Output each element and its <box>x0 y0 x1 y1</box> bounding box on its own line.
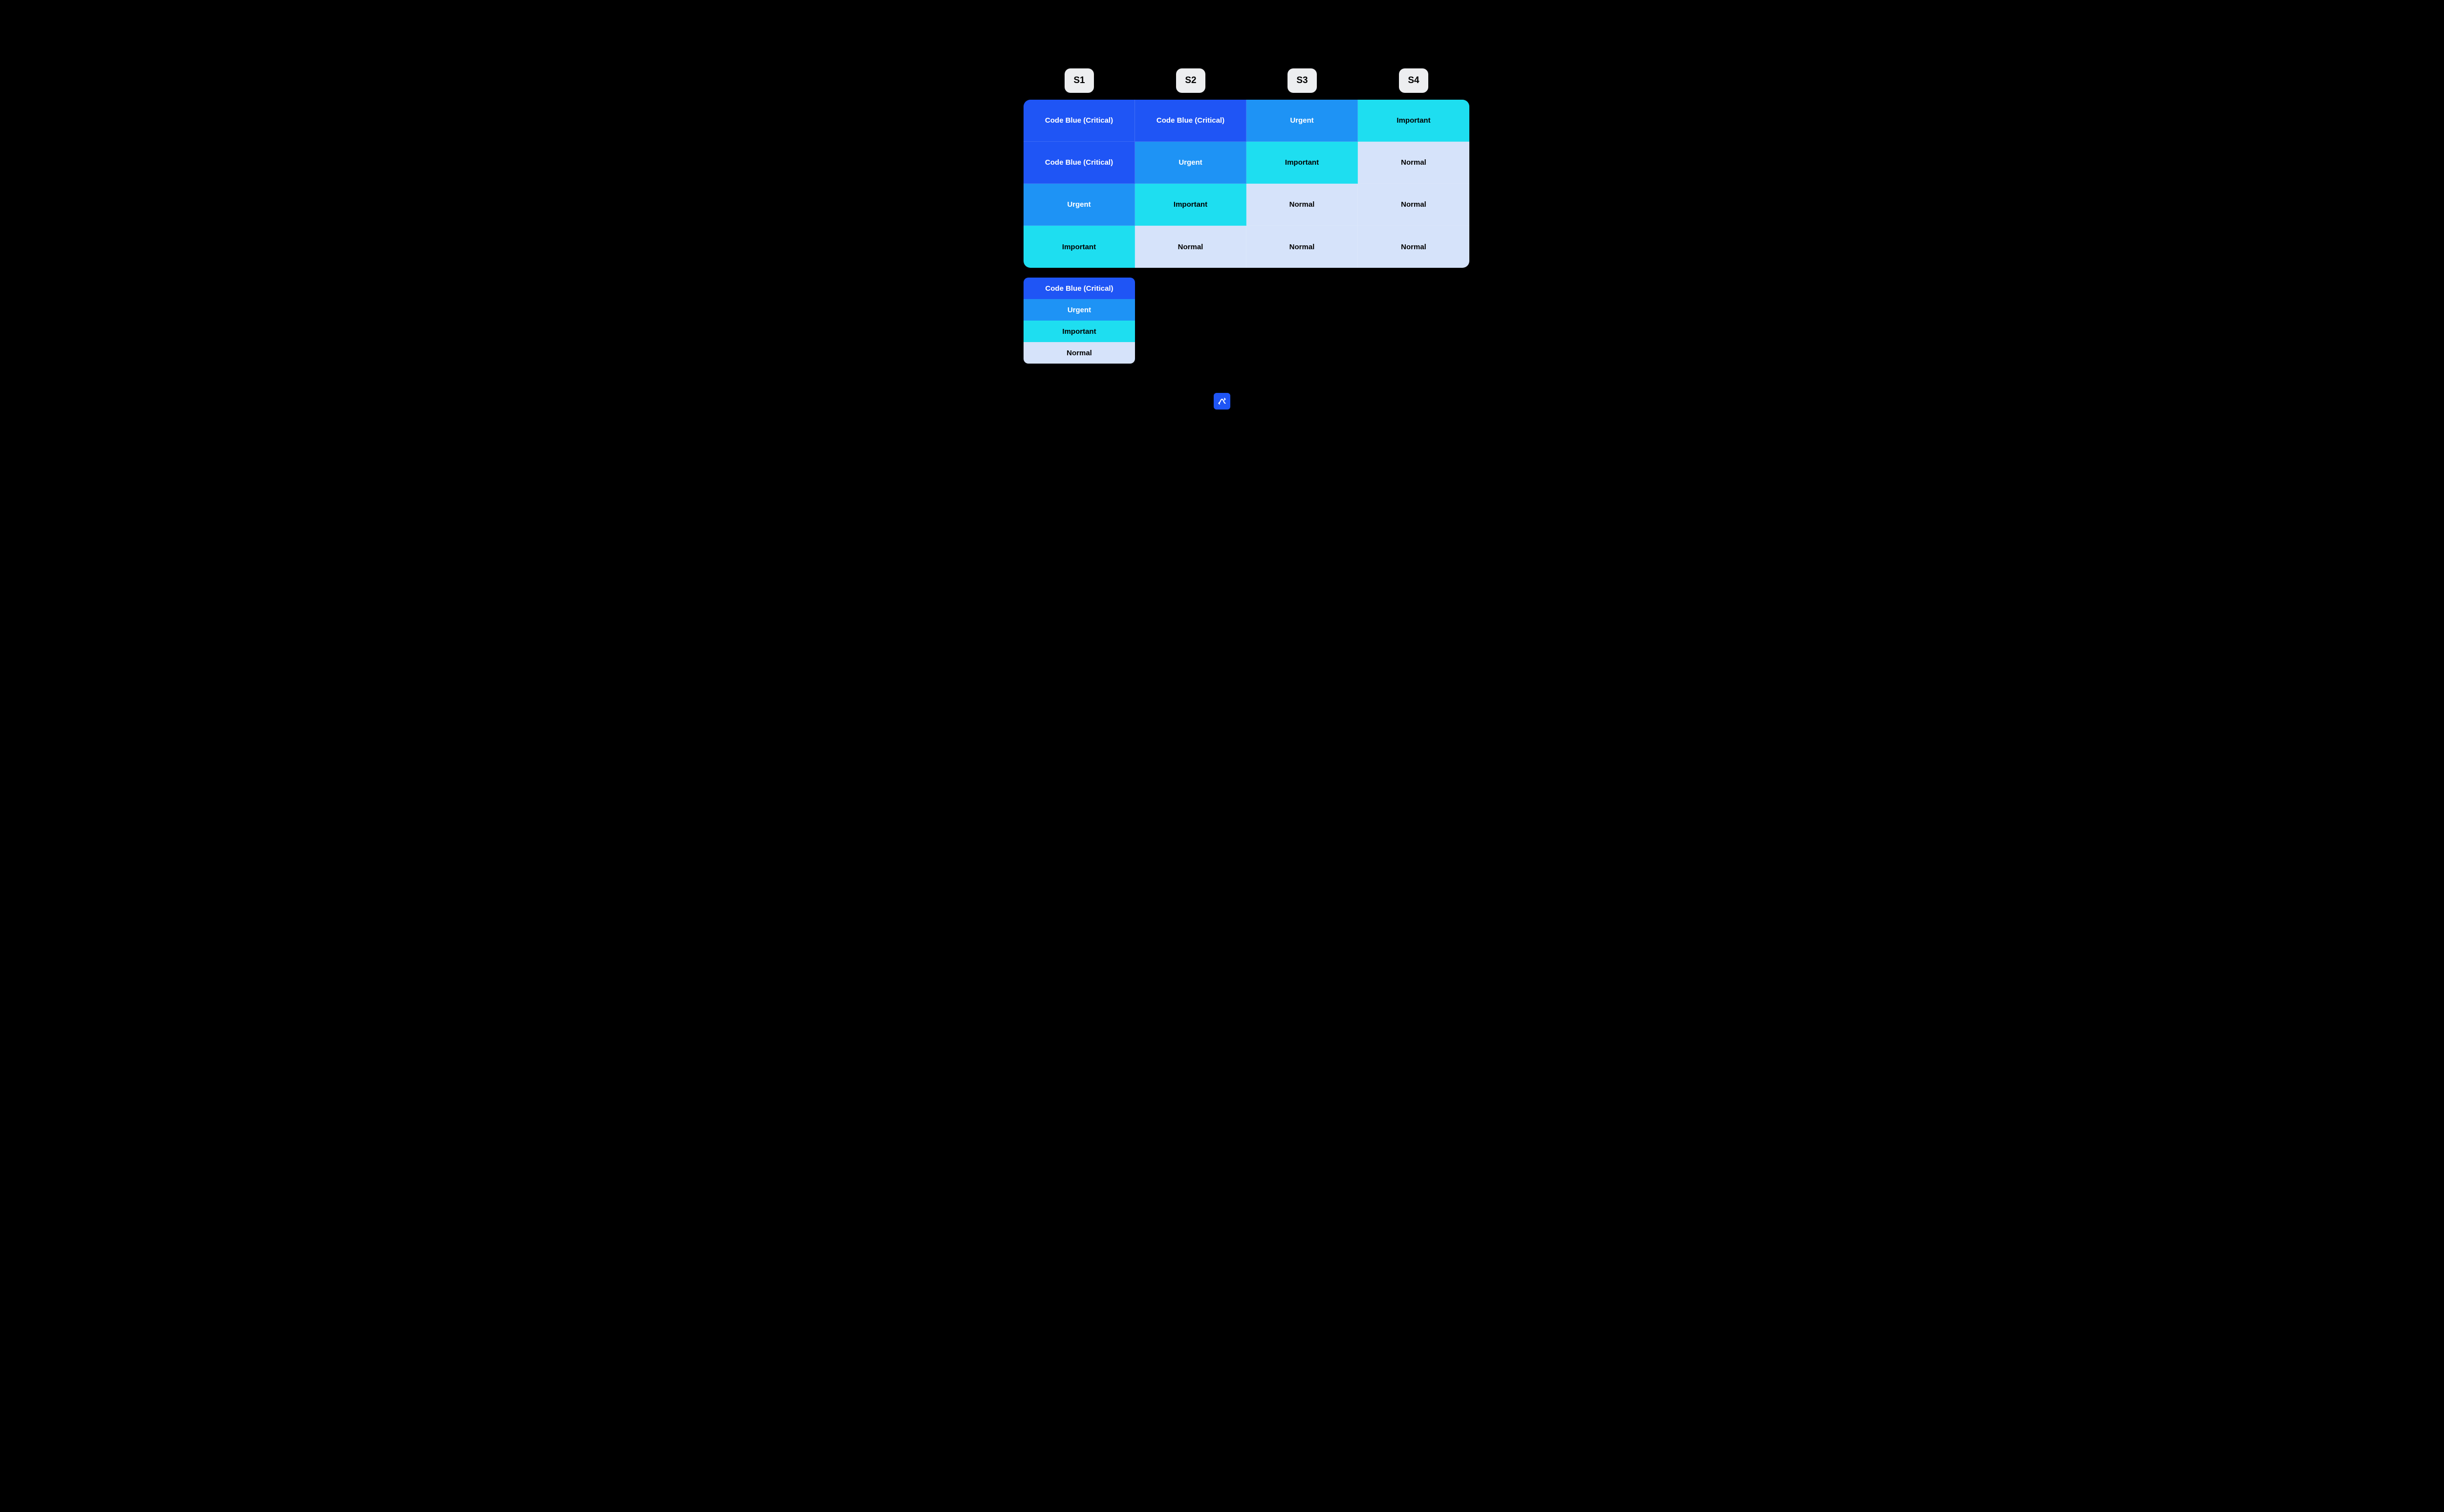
matrix-row: P3UrgentImportantNormalNormal <box>1024 184 1469 226</box>
matrix-cell: Normal <box>1246 184 1358 226</box>
col-header-s1: S1 <box>1065 68 1093 93</box>
col-header-s2: S2 <box>1176 68 1205 93</box>
matrix-cell: Code Blue (Critical) <box>1024 100 1135 142</box>
legend-critical: Code Blue (Critical) <box>1024 278 1135 299</box>
matrix-cell: Important <box>1135 184 1246 226</box>
matrix-cell: Normal <box>1135 226 1246 268</box>
matrix-cell: Urgent <box>1024 184 1135 226</box>
matrix-row: P2Code Blue (Critical)UrgentImportantNor… <box>1024 142 1469 184</box>
matrix-row: P4ImportantNormalNormalNormal <box>1024 226 1469 268</box>
matrix-row: P1Code Blue (Critical)Code Blue (Critica… <box>1024 100 1469 142</box>
legend-important: Important <box>1024 321 1135 342</box>
priority-severity-matrix: S1 S2 S3 S4 P1Code Blue (Critical)Code B… <box>975 68 1469 364</box>
matrix-cell: Urgent <box>1246 100 1358 142</box>
legend-urgent: Urgent <box>1024 299 1135 321</box>
matrix-cell: Code Blue (Critical) <box>1024 142 1135 184</box>
legend-normal: Normal <box>1024 342 1135 364</box>
matrix-cell: Normal <box>1358 226 1469 268</box>
col-header-s3: S3 <box>1287 68 1316 93</box>
legend: Code Blue (Critical)UrgentImportantNorma… <box>1024 278 1135 364</box>
matrix-grid: P1Code Blue (Critical)Code Blue (Critica… <box>1024 100 1469 268</box>
matrix-body: S1 S2 S3 S4 P1Code Blue (Critical)Code B… <box>1024 68 1469 268</box>
col-header-s4: S4 <box>1399 68 1428 93</box>
matrix-cell: Important <box>1024 226 1135 268</box>
matrix-cell: Important <box>1358 100 1469 142</box>
matrix-cell: Code Blue (Critical) <box>1135 100 1246 142</box>
matrix-cell: Urgent <box>1135 142 1246 184</box>
matrix-cell: Normal <box>1358 142 1469 184</box>
matrix-cell: Important <box>1246 142 1358 184</box>
matrix-cell: Normal <box>1246 226 1358 268</box>
flow-icon <box>1214 393 1230 410</box>
matrix-cell: Normal <box>1358 184 1469 226</box>
column-headers: S1 S2 S3 S4 <box>1024 68 1469 93</box>
